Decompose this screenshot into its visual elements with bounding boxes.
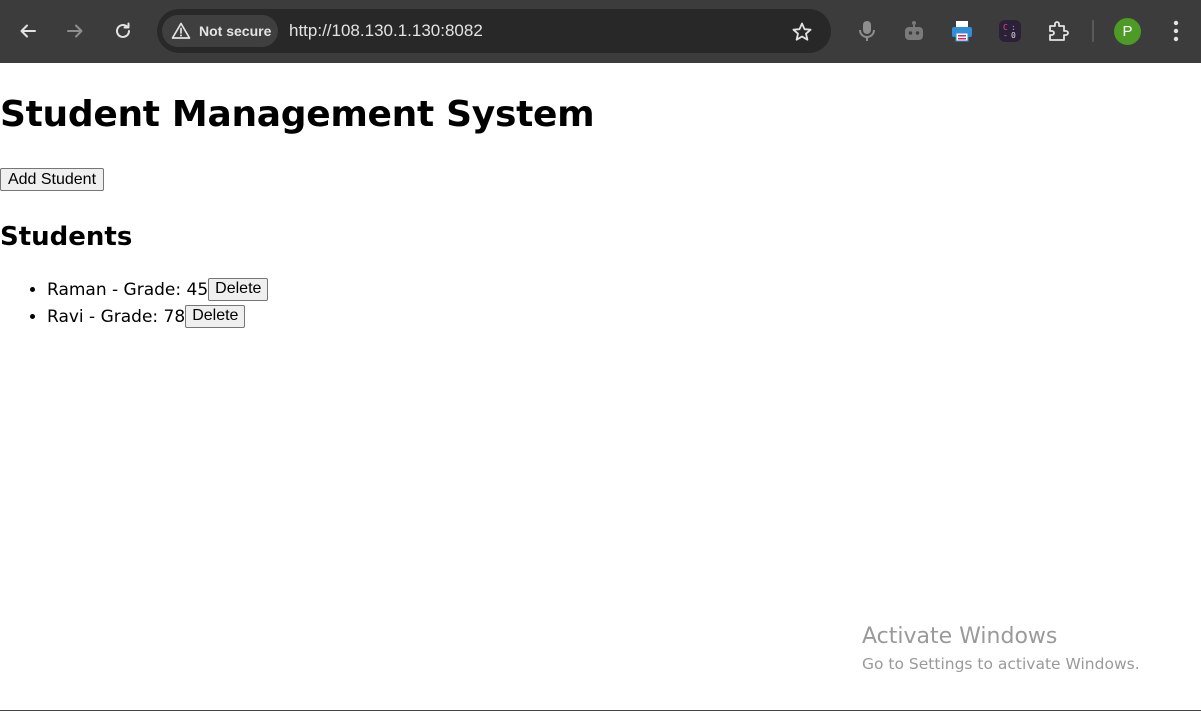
student-text: Ravi - Grade: 78 <box>47 307 186 327</box>
security-indicator[interactable]: Not secure <box>162 15 278 47</box>
delete-button[interactable]: Delete <box>185 304 246 328</box>
extensions-button[interactable] <box>1045 18 1071 44</box>
microphone-button[interactable] <box>854 18 880 44</box>
delete-button[interactable]: Delete <box>208 277 269 301</box>
profile-avatar[interactable]: P <box>1114 18 1141 45</box>
code-extension-icon: C : - 0 <box>999 20 1021 42</box>
assistant-button[interactable] <box>901 18 927 44</box>
forward-button[interactable] <box>60 16 90 46</box>
page-content: Student Management System Add Student St… <box>0 63 1201 711</box>
reload-button[interactable] <box>108 16 138 46</box>
microphone-icon <box>859 21 875 41</box>
list-item: Raman - Grade: 45Delete <box>47 277 269 304</box>
puzzle-icon <box>1049 21 1069 41</box>
address-bar[interactable]: Not secure http://108.130.1.130:8082 <box>157 9 831 53</box>
reload-icon <box>116 22 130 38</box>
security-label: Not secure <box>199 23 272 39</box>
url-text[interactable]: http://108.130.1.130:8082 <box>289 21 483 41</box>
arrow-left-icon <box>20 24 36 38</box>
watermark-title: Activate Windows <box>862 624 1058 649</box>
warning-icon <box>171 22 191 39</box>
student-text: Raman - Grade: 45 <box>47 280 209 300</box>
add-student-button[interactable]: Add Student <box>0 168 104 191</box>
page-title: Student Management System <box>0 94 595 135</box>
kebab-menu-icon <box>1173 20 1179 42</box>
browser-toolbar: Not secure http://108.130.1.130:8082 C:… <box>0 0 1201 63</box>
printer-extension-icon <box>952 21 972 42</box>
toolbar-separator <box>1092 20 1094 42</box>
watermark-subtitle: Go to Settings to activate Windows. <box>862 655 1140 673</box>
svg-text:0: 0 <box>1011 31 1016 40</box>
back-button[interactable] <box>13 16 43 46</box>
students-heading: Students <box>0 222 133 252</box>
arrow-right-icon <box>67 24 83 38</box>
menu-button[interactable] <box>1163 18 1189 44</box>
extension-code-button[interactable]: C : - 0 <box>997 18 1023 44</box>
extension-printer-button[interactable] <box>949 18 975 44</box>
star-icon[interactable] <box>791 21 813 43</box>
student-list: Raman - Grade: 45Delete Ravi - Grade: 78… <box>0 277 269 331</box>
activation-watermark: Activate Windows Go to Settings to activ… <box>862 622 1140 676</box>
list-item: Ravi - Grade: 78Delete <box>47 304 268 331</box>
robot-icon <box>905 21 923 40</box>
svg-text:-: - <box>1003 31 1008 40</box>
